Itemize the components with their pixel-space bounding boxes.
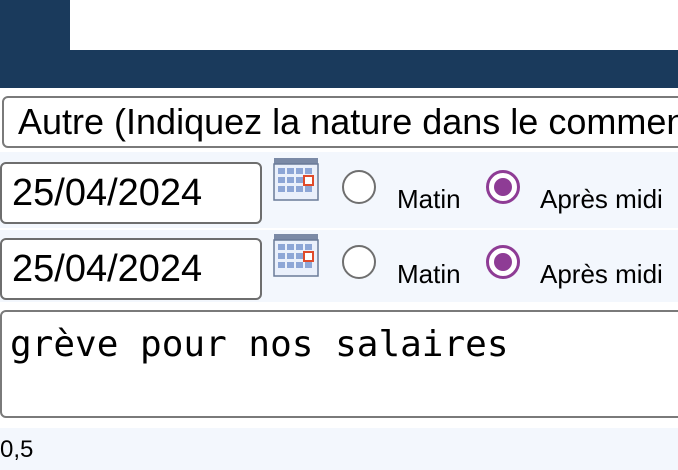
end-matin-radio[interactable] — [342, 245, 376, 279]
end-apres-midi-label: Après midi — [540, 259, 663, 289]
absence-type-select[interactable]: Autre (Indiquez la nature dans le commen… — [2, 96, 678, 148]
duration-value: 0,5 — [0, 436, 34, 463]
calendar-icon[interactable] — [272, 232, 320, 280]
start-apres-midi-radio[interactable] — [486, 170, 520, 204]
header-white-panel — [70, 0, 678, 50]
start-date-input[interactable]: 25/04/2024 — [0, 162, 262, 224]
start-apres-midi-label: Après midi — [540, 184, 663, 214]
end-matin-label: Matin — [397, 259, 461, 289]
end-date-input[interactable]: 25/04/2024 — [0, 238, 262, 300]
start-matin-radio[interactable] — [342, 170, 376, 204]
comment-textarea[interactable]: grève pour nos salaires — [0, 310, 678, 418]
start-matin-label: Matin — [397, 184, 461, 214]
calendar-icon[interactable] — [272, 156, 320, 204]
duration-row-background — [0, 428, 678, 470]
end-apres-midi-radio[interactable] — [486, 245, 520, 279]
